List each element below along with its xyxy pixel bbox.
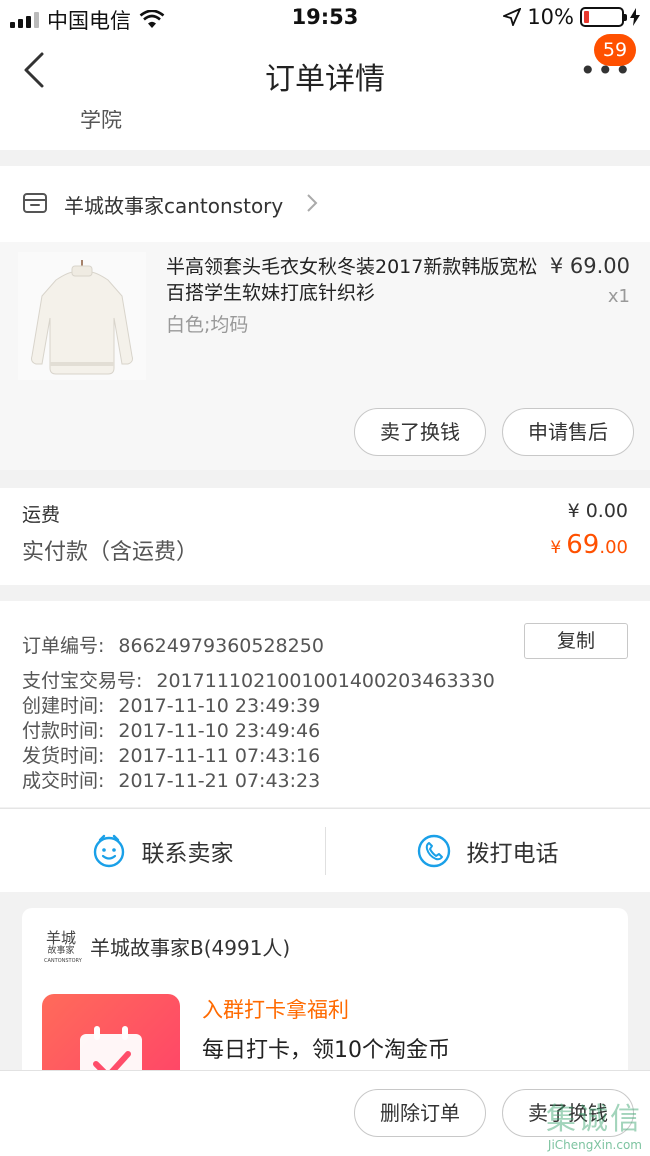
info-label: 付款时间:: [22, 720, 105, 742]
location-arrow-icon: [503, 8, 522, 26]
battery-percent: 10%: [527, 5, 574, 29]
status-bar: 中国电信 19:53 10%: [0, 0, 650, 36]
shipped-time: 2017-11-11 07:43:16: [118, 745, 321, 767]
chevron-right-icon: [307, 194, 318, 212]
battery-icon: [580, 7, 627, 27]
completed-time: 2017-11-21 07:43:23: [118, 770, 321, 792]
info-label: 支付宝交易号:: [22, 670, 143, 692]
status-right: 10%: [503, 5, 640, 29]
shipping-value: ¥ 0.00: [567, 500, 628, 522]
paid-time: 2017-11-10 23:49:46: [118, 720, 321, 742]
address-section: 学院: [0, 110, 650, 150]
more-menu-button[interactable]: •••: [579, 57, 632, 85]
shop-icon: [23, 193, 47, 213]
phone-icon: [417, 834, 450, 868]
paid-currency: ¥: [550, 538, 562, 558]
alipay-trade-row: 支付宝交易号: 2017111021001001400203463330: [22, 666, 495, 693]
shipped-time-row: 发货时间: 2017-11-11 07:43:16: [22, 741, 320, 768]
charging-bolt-icon: [630, 8, 640, 26]
paid-decimal: .00: [599, 537, 628, 558]
contact-bar: 联系卖家 拨打电话: [0, 808, 650, 892]
address-text: 学院: [80, 110, 122, 132]
group-logo: 羊城 故事家 CANTONSTORY: [44, 929, 82, 964]
copy-order-number-button[interactable]: 复制: [524, 623, 628, 659]
watermark-cn: 集诚信: [546, 1102, 642, 1137]
created-time: 2017-11-10 23:49:39: [118, 695, 321, 717]
product-sku: 白色;均码: [166, 314, 249, 336]
paid-time-row: 付款时间: 2017-11-10 23:49:46: [22, 716, 320, 743]
alipay-trade-number: 2017111021001001400203463330: [156, 670, 495, 692]
order-number-row: 订单编号: 86624979360528250: [22, 631, 324, 658]
watermark: 集诚信 JiChengXin.com: [546, 1094, 642, 1152]
product-title[interactable]: 半高领套头毛衣女秋冬装2017新款韩版宽松百搭学生软妹打底针织衫: [166, 254, 538, 306]
watermark-en: JiChengXin.com: [547, 1138, 642, 1152]
sell-for-cash-button[interactable]: 卖了换钱: [354, 408, 486, 456]
paid-label: 实付款（含运费）: [22, 540, 199, 565]
call-phone-button[interactable]: 拨打电话: [325, 809, 650, 893]
info-label: 创建时间:: [22, 695, 105, 717]
product-thumbnail[interactable]: [18, 252, 146, 380]
info-label: 订单编号:: [22, 635, 105, 657]
call-phone-label: 拨打电话: [466, 841, 559, 867]
sweater-image: [31, 260, 133, 375]
contact-seller-label: 联系卖家: [141, 841, 234, 867]
shop-row[interactable]: 羊城故事家cantonstory: [0, 166, 650, 242]
bottom-action-bar: 删除订单 卖了换钱 集诚信 JiChengXin.com: [0, 1070, 650, 1156]
page-title: 订单详情: [265, 62, 385, 97]
nav-bar: 订单详情 ••• 59: [0, 34, 650, 110]
order-info: 订单编号: 86624979360528250 复制 支付宝交易号: 2017111…: [0, 601, 650, 807]
order-number: 86624979360528250: [118, 635, 324, 657]
fee-summary: 运费 ¥ 0.00 实付款（含运费） ¥ 69.00: [0, 488, 650, 585]
completed-time-row: 成交时间: 2017-11-21 07:43:23: [22, 766, 320, 793]
shipping-label: 运费: [22, 504, 61, 526]
product-price: ¥ 69.00: [549, 254, 630, 278]
order-item: 半高领套头毛衣女秋冬装2017新款韩版宽松百搭学生软妹打底针织衫 ¥ 69.00…: [0, 242, 650, 470]
product-quantity: x1: [607, 286, 630, 307]
info-label: 成交时间:: [22, 770, 105, 792]
paid-amount: ¥ 69.00: [550, 530, 628, 560]
delete-order-button[interactable]: 删除订单: [354, 1089, 486, 1137]
group-name: 羊城故事家B(4991人): [90, 936, 291, 960]
contact-seller-button[interactable]: 联系卖家: [0, 809, 325, 893]
group-subline: 每日打卡，领10个淘金币: [202, 1038, 450, 1063]
shop-name: 羊城故事家cantonstory: [64, 194, 284, 218]
info-label: 发货时间:: [22, 745, 105, 767]
paid-integer: 69: [566, 530, 600, 560]
apply-aftersale-button[interactable]: 申请售后: [502, 408, 634, 456]
group-headline: 入群打卡拿福利: [202, 998, 349, 1022]
message-count-badge[interactable]: 59: [594, 34, 636, 66]
created-time-row: 创建时间: 2017-11-10 23:49:39: [22, 691, 320, 718]
chat-face-icon: [93, 834, 124, 868]
